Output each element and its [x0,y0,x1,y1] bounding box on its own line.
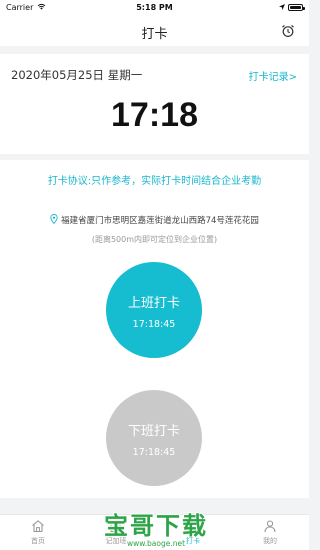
status-bar: Carrier 5:18 PM [0,0,309,16]
current-date: 2020年05月25日 星期一 [11,68,143,82]
distance-note: (距离500m内即可定位到企业位置) [91,235,218,244]
tab-mine[interactable]: 我的 [240,519,300,546]
clock-in-time: 17:18:45 [132,319,176,330]
user-icon [264,520,276,533]
tab-mine-label: 我的 [263,537,277,545]
date-card: 2020年05月25日 星期一 打卡记录> 17:18 [0,54,309,154]
status-time: 5:18 PM [136,3,173,12]
page-title: 打卡 [141,27,168,42]
battery-icon [288,4,305,11]
nav-bar: 打卡 [0,16,309,46]
address-text: 福建省厦门市思明区嘉莲街道龙山西路74号莲花花园 [61,216,259,226]
watermark: 宝哥下载 www.baoge.net [96,506,216,548]
tab-home-label: 首页 [31,537,45,545]
watermark-text: 宝哥下载 [104,512,208,540]
punch-records-link[interactable]: 打卡记录> [249,68,297,83]
clock-in-button[interactable]: 上班打卡 17:18:45 [106,262,202,358]
clock-out-label: 下班打卡 [127,424,180,439]
location-arrow-icon [279,4,285,10]
tab-home[interactable]: 首页 [8,519,68,546]
location-pin-icon [50,214,58,224]
alarm-clock-icon[interactable] [281,24,295,38]
punch-protocol-text: 打卡协议:只作参考，实际打卡时间结合企业考勤 [47,176,262,187]
punch-card: 打卡协议:只作参考，实际打卡时间结合企业考勤 福建省厦门市思明区嘉莲街道龙山西路… [0,160,309,498]
current-clock: 17:18 [111,96,198,134]
clock-out-button[interactable]: 下班打卡 17:18:45 [106,390,202,486]
home-icon [32,520,44,533]
clock-in-label: 上班打卡 [127,296,180,311]
location-address: 福建省厦门市思明区嘉莲街道龙山西路74号莲花花园 [0,214,309,226]
clock-out-time: 17:18:45 [132,447,176,458]
